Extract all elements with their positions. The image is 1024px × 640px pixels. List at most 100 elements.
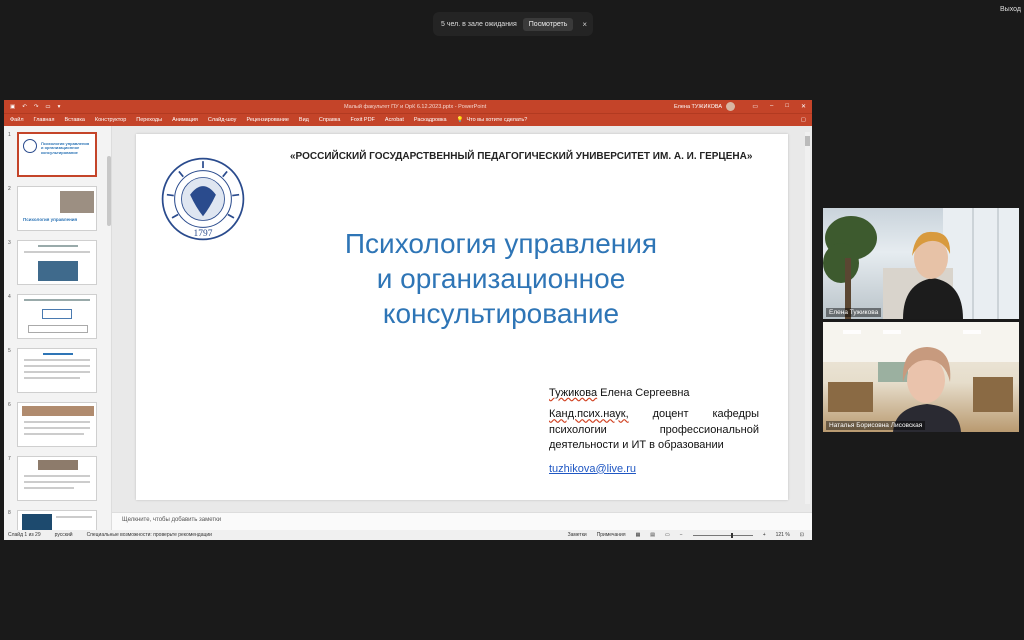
position-word: психологии <box>549 423 607 436</box>
exit-button[interactable]: Выход <box>1000 6 1021 13</box>
thumb-number: 4 <box>8 294 11 300</box>
ribbon-tab[interactable]: Главная <box>34 117 55 123</box>
zoom-slider[interactable] <box>692 532 753 538</box>
text-line <box>24 251 90 253</box>
comments-button[interactable]: Примечания <box>597 532 626 538</box>
language-indicator[interactable]: русский <box>55 532 73 538</box>
redo-icon[interactable]: ↷ <box>34 104 39 110</box>
participant-video-2[interactable]: Наталья Борисовна Лисовская <box>823 322 1019 432</box>
video-frame <box>823 208 1019 319</box>
image-placeholder <box>22 514 52 530</box>
quick-access-toolbar: ▣ ↶ ↷ ▭ ▾ <box>10 104 60 110</box>
university-logo-icon <box>23 139 37 153</box>
ribbon-tabs: Файл Главная Вставка Конструктор Переходы Ани… <box>4 113 812 126</box>
customize-icon[interactable]: ▾ <box>58 104 61 110</box>
ribbon-tab[interactable]: Слайд-шоу <box>208 117 237 123</box>
slide-thumbnail-4[interactable] <box>17 294 97 339</box>
people-image <box>60 191 94 213</box>
ribbon-tab[interactable]: Вставка <box>64 117 84 123</box>
document-title: Малый факультет ПУ и ОрК 6.12.2023.pptx … <box>344 103 487 110</box>
close-window-icon[interactable]: ✕ <box>801 103 806 110</box>
avatar <box>726 102 736 111</box>
slide-title: Психология управления и организационное … <box>266 226 736 331</box>
position-word: профессиональной <box>659 423 759 436</box>
status-bar: Слайд 1 из 29 русский Специальные возмож… <box>4 530 812 540</box>
text-line <box>56 516 92 518</box>
ribbon-tab[interactable]: Раскадровка <box>414 117 447 123</box>
close-icon[interactable]: × <box>582 20 587 29</box>
author-surname: Тужикова <box>549 387 598 399</box>
current-slide[interactable]: 1797 «РОССИЙСКИЙ ГОСУДАРСТВЕННЫЙ ПЕДАГОГ… <box>136 134 788 500</box>
ribbon-tab[interactable]: Рецензирование <box>246 117 288 123</box>
slide-thumbnail-8[interactable] <box>17 510 97 530</box>
text-line <box>24 427 90 429</box>
notes-pane[interactable]: Щелкните, чтобы добавить заметки <box>112 512 812 530</box>
tell-me-search[interactable]: 💡 Что вы хотите сделать? <box>457 117 528 123</box>
text-line <box>24 371 90 373</box>
author-department: деятельности и ИТ в образовании <box>549 439 724 452</box>
scroll-thumb[interactable] <box>805 136 810 146</box>
lightbulb-icon: 💡 <box>456 117 464 123</box>
save-icon[interactable]: ▣ <box>10 104 15 110</box>
zoom-level[interactable]: 121 % <box>776 532 790 538</box>
normal-view-icon[interactable]: ▦ <box>636 532 641 538</box>
notes-button[interactable]: Заметки <box>568 532 587 538</box>
author-block: Тужикова Елена Сергеевна Канд.псих.наук,… <box>549 386 759 477</box>
ribbon-tab[interactable]: Файл <box>10 117 24 123</box>
slide-scrollbar[interactable] <box>805 132 810 504</box>
thumbnail-scrollbar[interactable] <box>107 156 111 226</box>
sorter-view-icon[interactable]: ▤ <box>650 532 655 538</box>
title-line: Психология управления <box>344 228 658 259</box>
author-given-names: Елена Сергеевна <box>597 387 690 399</box>
participant-name: Наталья Борисовна Лисовская <box>826 421 926 430</box>
people-image <box>22 406 94 416</box>
user-account[interactable]: Елена ТУЖИКОВА <box>674 102 736 111</box>
slide-thumbnail-3[interactable] <box>17 240 97 285</box>
ribbon-tab[interactable]: Конструктор <box>95 117 126 123</box>
ribbon-tab[interactable]: Переходы <box>136 117 162 123</box>
ribbon-tab[interactable]: Справка <box>319 117 341 123</box>
text-line <box>24 433 84 435</box>
zoom-slider-thumb[interactable] <box>730 532 733 538</box>
reading-view-icon[interactable]: ▭ <box>665 532 670 538</box>
maximize-icon[interactable]: □ <box>785 103 789 110</box>
author-email-link[interactable]: tuzhikova@live.ru <box>549 462 759 477</box>
author-position-line: психологии профессиональной <box>549 423 759 438</box>
window-controls: ▭ – □ ✕ <box>752 103 806 110</box>
ribbon-tab[interactable]: Вид <box>299 117 309 123</box>
title-bar: ▣ ↶ ↷ ▭ ▾ Малый факультет ПУ и ОрК 6.12.… <box>4 100 812 113</box>
ribbon-tab[interactable]: Анимация <box>172 117 198 123</box>
slide-thumbnail-7[interactable] <box>17 456 97 501</box>
fit-slide-icon[interactable]: ⊡ <box>800 532 804 538</box>
undo-icon[interactable]: ↶ <box>22 104 27 110</box>
slide-thumbnail-2[interactable]: Психология управления <box>17 186 97 231</box>
video-frame <box>823 322 1019 432</box>
image-placeholder <box>38 261 78 281</box>
slide-counter: Слайд 1 из 29 <box>8 532 41 538</box>
comments-icon[interactable]: ▢ <box>801 117 806 123</box>
text-line <box>24 481 90 483</box>
slideshow-icon[interactable]: ▭ <box>45 104 50 110</box>
thumb-title: Психология управления <box>23 217 78 222</box>
slide-thumbnail-6[interactable] <box>17 402 97 447</box>
zoom-out-icon[interactable]: − <box>680 532 683 538</box>
zoom-in-icon[interactable]: + <box>763 532 766 538</box>
people-image <box>38 460 78 470</box>
view-waiting-room-button[interactable]: Посмотреть <box>522 17 574 31</box>
minimize-icon[interactable]: – <box>770 103 773 110</box>
ribbon-options-icon[interactable]: ▭ <box>752 103 758 110</box>
powerpoint-window: ▣ ↶ ↷ ▭ ▾ Малый факультет ПУ и ОрК 6.12.… <box>4 100 812 540</box>
text-line <box>24 421 90 423</box>
text-line <box>24 475 90 477</box>
text-line <box>43 353 73 355</box>
slide-thumbnail-1[interactable]: Психология управления и организационное … <box>17 132 97 177</box>
accessibility-checker[interactable]: Специальные возможности: проверьте реком… <box>87 532 212 538</box>
ribbon-tab[interactable]: Foxit PDF <box>350 117 374 123</box>
position-word: кафедры <box>712 408 759 421</box>
ribbon-tab[interactable]: Acrobat <box>385 117 404 123</box>
slide-thumbnail-5[interactable] <box>17 348 97 393</box>
thumb-number: 7 <box>8 456 11 462</box>
participant-video-1[interactable]: Елена Тужикова <box>823 208 1019 319</box>
title-line: и организационное <box>376 263 626 294</box>
slide-editor: 1797 «РОССИЙСКИЙ ГОСУДАРСТВЕННЫЙ ПЕДАГОГ… <box>112 126 812 512</box>
